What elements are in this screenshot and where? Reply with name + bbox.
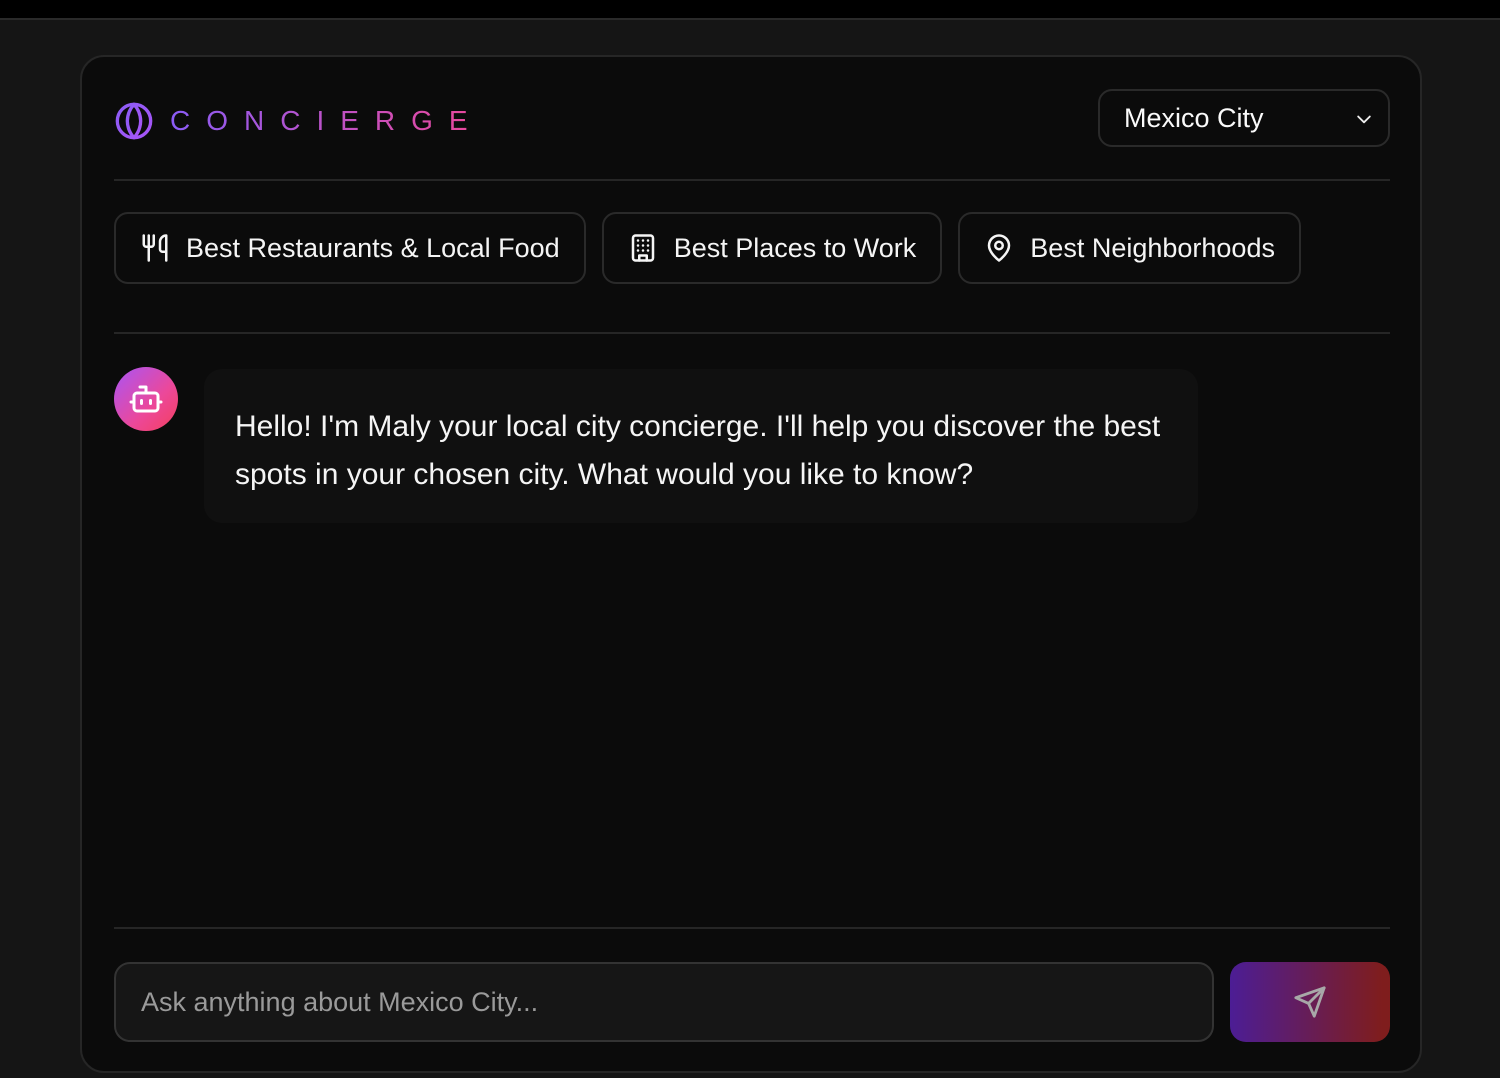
utensils-icon bbox=[142, 234, 168, 262]
browser-top-bar bbox=[0, 0, 1500, 20]
chips-divider bbox=[114, 332, 1390, 334]
chip-neighborhoods-label: Best Neighborhoods bbox=[1030, 232, 1275, 263]
chevron-down-icon bbox=[1357, 115, 1371, 124]
logo: CONCIERGE bbox=[114, 101, 484, 141]
city-select[interactable]: Mexico City bbox=[1098, 89, 1390, 147]
send-icon bbox=[1294, 986, 1326, 1018]
app-title: CONCIERGE bbox=[170, 105, 484, 136]
chip-work-label: Best Places to Work bbox=[673, 232, 917, 263]
chip-neighborhoods[interactable]: Best Neighborhoods bbox=[958, 212, 1301, 284]
composer-divider bbox=[114, 927, 1390, 929]
map-pin-icon bbox=[988, 234, 1011, 262]
chip-work[interactable]: Best Places to Work bbox=[601, 212, 943, 284]
header-divider bbox=[114, 179, 1390, 181]
concierge-panel: CONCIERGE Mexico City Best Restaurants &… bbox=[80, 55, 1422, 1073]
send-button[interactable] bbox=[1230, 962, 1390, 1042]
category-chips: Best Restaurants & Local Food Best Place… bbox=[114, 212, 1301, 284]
assistant-message-text: Hello! I'm Maly your local city concierg… bbox=[235, 410, 1161, 491]
globe-icon bbox=[115, 102, 153, 140]
assistant-avatar bbox=[114, 367, 178, 431]
assistant-message: Hello! I'm Maly your local city concierg… bbox=[204, 369, 1198, 523]
building-icon bbox=[631, 234, 654, 262]
chip-restaurants-label: Best Restaurants & Local Food bbox=[186, 232, 560, 263]
message-input[interactable] bbox=[116, 964, 1212, 1040]
message-input-wrapper bbox=[114, 962, 1214, 1042]
bot-icon bbox=[129, 385, 163, 413]
header: CONCIERGE Mexico City bbox=[114, 89, 1390, 149]
chip-restaurants[interactable]: Best Restaurants & Local Food bbox=[114, 212, 586, 284]
city-select-value: Mexico City bbox=[1124, 102, 1264, 133]
